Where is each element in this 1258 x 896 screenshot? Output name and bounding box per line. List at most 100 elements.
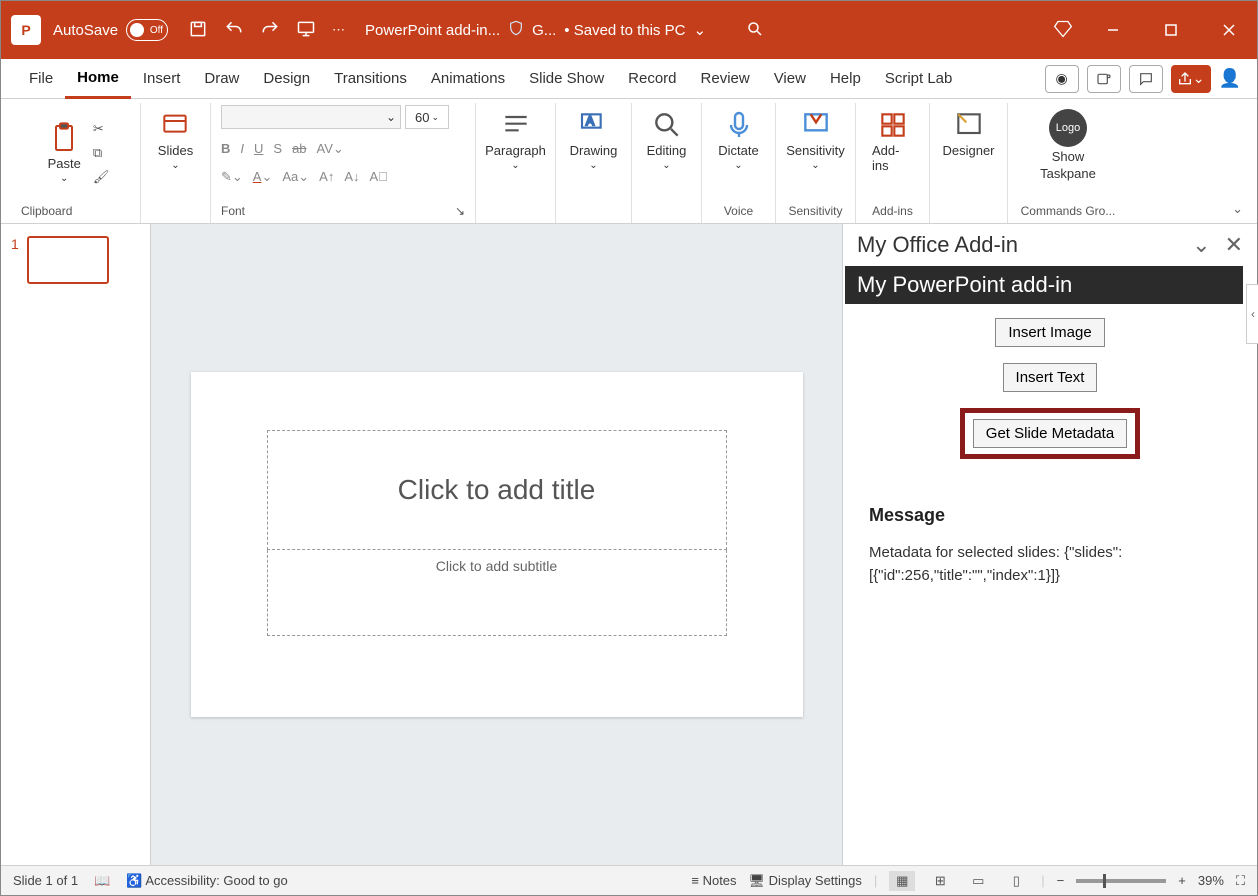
save-icon[interactable] <box>188 19 208 42</box>
tab-animations[interactable]: Animations <box>419 59 517 99</box>
tab-slideshow[interactable]: Slide Show <box>517 59 616 99</box>
font-family-combo[interactable]: ⌄ <box>221 105 401 129</box>
tab-record[interactable]: Record <box>616 59 688 99</box>
taskpane-label: Taskpane <box>1040 166 1096 181</box>
get-slide-metadata-button[interactable]: Get Slide Metadata <box>973 419 1127 448</box>
designer-button[interactable]: Designer <box>936 105 1000 162</box>
chevron-down-icon[interactable]: ⌄ <box>1192 232 1210 258</box>
status-bar: Slide 1 of 1 📖 ♿ Accessibility: Good to … <box>1 865 1257 895</box>
grow-font-button[interactable]: A↑ <box>319 169 334 185</box>
notes-button[interactable]: ≡ Notes <box>691 873 736 888</box>
collapse-ribbon-icon[interactable]: ⌄ <box>1232 201 1243 217</box>
document-title-area: PowerPoint add-in... G... • Saved to thi… <box>365 20 706 40</box>
show-taskpane-button[interactable]: Logo Show Taskpane <box>1034 105 1102 185</box>
tab-view[interactable]: View <box>762 59 818 99</box>
teams-button[interactable] <box>1087 65 1121 93</box>
collapse-pane-icon[interactable]: ‹ <box>1246 284 1258 344</box>
message-body: Metadata for selected slides: {"slides":… <box>869 542 1231 587</box>
maximize-button[interactable] <box>1153 15 1189 45</box>
dictate-button[interactable]: Dictate⌄ <box>712 105 764 175</box>
minimize-button[interactable] <box>1095 15 1131 45</box>
close-button[interactable] <box>1211 15 1247 45</box>
zoom-slider[interactable] <box>1076 879 1166 883</box>
subtitle-placeholder[interactable]: Click to add subtitle <box>267 550 727 636</box>
case-button[interactable]: Aa⌄ <box>282 169 309 185</box>
toggle-switch[interactable]: Off <box>126 19 168 41</box>
zoom-out-button[interactable]: − <box>1057 873 1065 888</box>
drawing-button[interactable]: A Drawing⌄ <box>564 105 624 175</box>
account-icon[interactable]: 👤 <box>1219 68 1241 89</box>
tab-draw[interactable]: Draw <box>192 59 251 99</box>
reading-view-button[interactable]: ▭ <box>965 871 991 891</box>
slide[interactable]: Click to add title Click to add subtitle <box>191 372 803 717</box>
slide-counter[interactable]: Slide 1 of 1 <box>13 873 78 888</box>
quick-access-toolbar: ⋯ <box>188 19 345 42</box>
addins-button[interactable]: Add-ins <box>866 105 919 177</box>
sensitivity-button[interactable]: Sensitivity⌄ <box>780 105 851 175</box>
diamond-icon[interactable] <box>1053 19 1073 42</box>
normal-view-button[interactable]: ▦ <box>889 871 915 891</box>
slideshow-view-button[interactable]: ▯ <box>1003 871 1029 891</box>
underline-button[interactable]: U <box>254 141 263 157</box>
designer-label: Designer <box>942 143 994 158</box>
tab-transitions[interactable]: Transitions <box>322 59 419 99</box>
taskpane-header: My Office Add-in ⌄ ✕ <box>843 224 1257 266</box>
copy-icon[interactable]: ⧉ <box>93 145 110 161</box>
chevron-down-icon[interactable]: ⌄ <box>693 21 706 39</box>
fit-to-window-button[interactable]: ⛶ <box>1236 873 1245 889</box>
work-area: 1 Click to add title Click to add subtit… <box>1 224 1257 865</box>
spellcheck-icon[interactable]: 📖 <box>94 873 110 889</box>
camera-button[interactable]: ◉ <box>1045 65 1079 93</box>
tab-home[interactable]: Home <box>65 59 131 99</box>
redo-icon[interactable] <box>260 19 280 42</box>
format-painter-icon[interactable]: 🖌 <box>93 169 110 185</box>
display-settings-button[interactable]: 🖥 Display Settings <box>749 873 862 889</box>
autosave-toggle[interactable]: AutoSave Off <box>53 19 168 41</box>
taskpane-subheader: My PowerPoint add-in <box>845 266 1243 304</box>
clear-format-button[interactable]: A⃠ <box>370 169 388 185</box>
undo-icon[interactable] <box>224 19 244 42</box>
tab-scriptlab[interactable]: Script Lab <box>873 59 965 99</box>
group-commands-label: Commands Gro... <box>1018 201 1118 221</box>
insert-image-button[interactable]: Insert Image <box>995 318 1104 347</box>
title-placeholder[interactable]: Click to add title <box>267 430 727 550</box>
tab-insert[interactable]: Insert <box>131 59 193 99</box>
spacing-button[interactable]: AV⌄ <box>317 141 344 157</box>
slides-button[interactable]: Slides⌄ <box>152 105 199 175</box>
tab-help[interactable]: Help <box>818 59 873 99</box>
sorter-view-button[interactable]: ⊞ <box>927 871 953 891</box>
thumbnail-slide-1[interactable] <box>27 236 109 284</box>
comments-button[interactable] <box>1129 65 1163 93</box>
tab-review[interactable]: Review <box>689 59 762 99</box>
accessibility-status[interactable]: ♿ Accessibility: Good to go <box>126 873 287 889</box>
close-taskpane-icon[interactable]: ✕ <box>1225 232 1243 258</box>
italic-button[interactable]: I <box>240 141 244 157</box>
font-size-combo[interactable]: 60 ⌄ <box>405 105 449 129</box>
zoom-in-button[interactable]: + <box>1178 873 1186 888</box>
file-name[interactable]: PowerPoint add-in... <box>365 22 500 39</box>
zoom-level[interactable]: 39% <box>1198 873 1224 888</box>
shadow-button[interactable]: S <box>273 141 282 157</box>
paste-button[interactable]: Paste⌄ <box>42 118 87 188</box>
highlight-button[interactable]: A⌄ <box>253 169 273 185</box>
highlighted-button-wrap: Get Slide Metadata <box>960 408 1140 459</box>
shrink-font-button[interactable]: A↓ <box>344 169 359 185</box>
cut-icon[interactable]: ✂ <box>93 121 110 137</box>
strike-button[interactable]: ab <box>292 141 306 157</box>
insert-text-button[interactable]: Insert Text <box>1003 363 1098 392</box>
font-color-button[interactable]: ✎⌄ <box>221 169 243 185</box>
bold-button[interactable]: B <box>221 141 230 157</box>
editing-button[interactable]: Editing⌄ <box>641 105 693 175</box>
shield-icon <box>508 20 524 40</box>
taskpane-title: My Office Add-in <box>857 232 1018 258</box>
tab-file[interactable]: File <box>17 59 65 99</box>
slide-canvas[interactable]: Click to add title Click to add subtitle <box>151 224 842 865</box>
share-button[interactable]: ⌄ <box>1171 65 1211 93</box>
present-icon[interactable] <box>296 19 316 42</box>
search-icon[interactable] <box>746 20 764 41</box>
paragraph-button[interactable]: Paragraph⌄ <box>479 105 552 175</box>
autosave-label: AutoSave <box>53 22 118 39</box>
tab-design[interactable]: Design <box>251 59 322 99</box>
overflow-icon[interactable]: ⋯ <box>332 22 345 38</box>
drawing-label: Drawing <box>570 143 618 158</box>
